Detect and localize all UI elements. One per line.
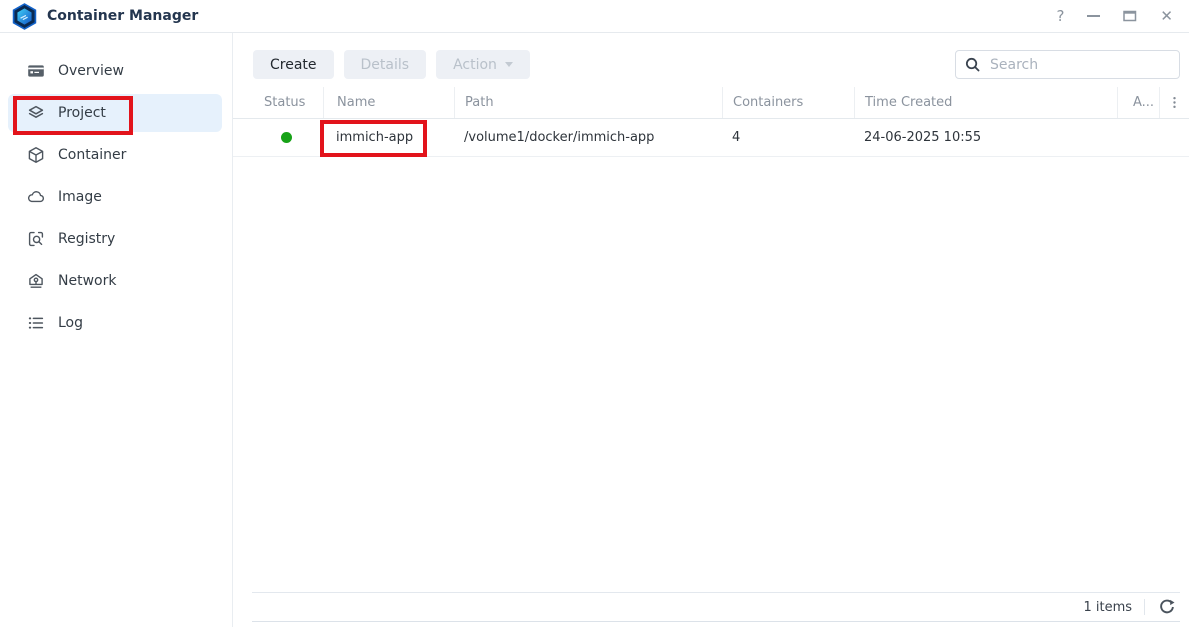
minimize-icon <box>1087 15 1100 17</box>
sidebar-item-label: Registry <box>58 231 115 247</box>
cube-icon <box>27 146 45 164</box>
sidebar-item-label: Network <box>58 273 116 289</box>
network-hub-icon <box>27 272 45 290</box>
status-cell <box>233 119 323 156</box>
sidebar-item-container[interactable]: Container <box>8 136 222 174</box>
action-dropdown-label: Action <box>453 57 497 73</box>
close-button[interactable]: ✕ <box>1160 7 1173 25</box>
maximize-button[interactable] <box>1123 10 1137 22</box>
action-cell <box>1117 119 1159 156</box>
container-manager-logo-icon <box>12 3 37 30</box>
table-row[interactable]: immich-app /volume1/docker/immich-app 4 … <box>233 119 1189 157</box>
registry-search-icon <box>27 230 45 248</box>
help-button[interactable]: ? <box>1056 7 1064 25</box>
layers-icon <box>27 104 45 122</box>
sidebar-item-network[interactable]: Network <box>8 262 222 300</box>
time-created-cell: 24-06-2025 10:55 <box>854 119 1117 156</box>
action-dropdown-button[interactable]: Action <box>436 50 530 79</box>
chevron-down-icon <box>505 62 513 67</box>
sidebar-item-project[interactable]: Project <box>8 94 222 132</box>
window-controls: ? ✕ <box>1056 7 1173 25</box>
search-icon <box>964 56 981 73</box>
toolbar: Create Details Action <box>233 33 1189 87</box>
vertical-ellipsis-icon <box>1168 96 1181 109</box>
maximize-icon <box>1123 10 1137 22</box>
sidebar-item-overview[interactable]: Overview <box>8 52 222 90</box>
column-header-name[interactable]: Name <box>323 87 454 118</box>
app-title: Container Manager <box>47 8 198 24</box>
column-settings-button[interactable] <box>1159 87 1188 118</box>
sidebar-item-label: Container <box>58 147 126 163</box>
details-button[interactable]: Details <box>344 50 427 79</box>
sidebar-item-label: Log <box>58 315 83 331</box>
footer: 1 items <box>252 592 1180 622</box>
sidebar-item-label: Overview <box>58 63 124 79</box>
column-header-time-created[interactable]: Time Created <box>854 87 1117 118</box>
minimize-button[interactable] <box>1087 15 1100 17</box>
column-header-action-truncated[interactable]: A... <box>1117 87 1159 118</box>
sidebar: Overview Project Container <box>0 33 233 627</box>
empty-area <box>233 157 1189 592</box>
main-panel: Create Details Action Status Name Path C… <box>233 33 1189 627</box>
log-list-icon <box>27 314 45 332</box>
status-running-dot <box>281 132 292 143</box>
sidebar-item-log[interactable]: Log <box>8 304 222 342</box>
sidebar-item-image[interactable]: Image <box>8 178 222 216</box>
refresh-icon <box>1159 599 1175 615</box>
footer-divider <box>1144 599 1145 615</box>
search-box[interactable] <box>955 50 1180 79</box>
name-cell: immich-app <box>323 119 454 156</box>
column-header-path[interactable]: Path <box>454 87 722 118</box>
column-header-containers[interactable]: Containers <box>722 87 854 118</box>
search-input[interactable] <box>988 56 1171 74</box>
overview-card-icon <box>27 62 45 80</box>
containers-cell: 4 <box>722 119 854 156</box>
sidebar-item-label: Project <box>58 105 106 121</box>
cloud-icon <box>27 188 45 206</box>
items-count: 1 items <box>1083 600 1132 615</box>
column-header-status[interactable]: Status <box>233 87 323 118</box>
sidebar-item-label: Image <box>58 189 102 205</box>
title-bar: Container Manager ? ✕ <box>0 0 1189 33</box>
menu-cell <box>1159 119 1188 156</box>
sidebar-item-registry[interactable]: Registry <box>8 220 222 258</box>
table-header: Status Name Path Containers Time Created… <box>233 87 1189 119</box>
path-cell: /volume1/docker/immich-app <box>454 119 722 156</box>
refresh-button[interactable] <box>1157 597 1177 617</box>
create-button[interactable]: Create <box>253 50 334 79</box>
